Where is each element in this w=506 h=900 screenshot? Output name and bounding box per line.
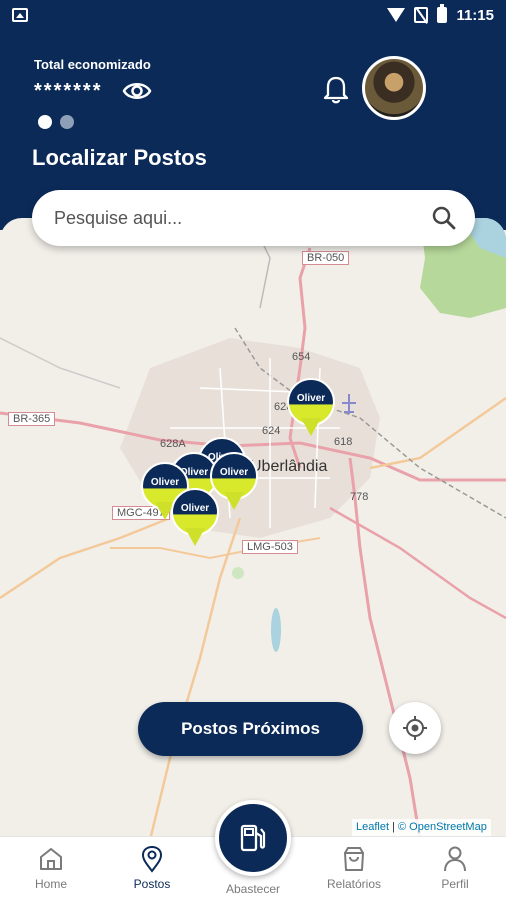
nav-postos-label: Postos	[133, 877, 171, 891]
shopping-bag-icon	[344, 847, 364, 871]
status-time: 11:15	[456, 6, 494, 24]
wifi-icon	[387, 8, 406, 22]
fuel-pump-icon	[240, 824, 266, 852]
nav-perfil-label: Perfil	[441, 877, 469, 891]
nav-home[interactable]: Home	[6, 845, 96, 891]
road-label: LMG-503	[242, 540, 298, 554]
road-label: BR-050	[302, 251, 350, 265]
user-icon	[444, 846, 466, 872]
abastecer-button[interactable]	[215, 800, 291, 876]
locate-button[interactable]	[389, 702, 441, 754]
bell-icon[interactable]	[322, 74, 350, 104]
carousel-dot-active[interactable]	[38, 115, 52, 129]
road-label: 624	[262, 425, 281, 437]
search-input[interactable]	[54, 207, 431, 229]
status-bar: 11:15	[0, 0, 506, 30]
road-label: BR-365	[8, 412, 56, 426]
total-saved-label: Total economizado	[34, 57, 151, 72]
nav-abastecer-label: Abastecer	[225, 882, 281, 896]
city-label: Uberlândia	[250, 458, 328, 475]
crosshair-icon	[403, 716, 427, 740]
pin-label: Oliver	[150, 476, 180, 488]
pin-label: Oliver	[180, 502, 210, 514]
nav-relatorios[interactable]: Relatórios	[309, 845, 399, 891]
station-pin[interactable]: Oliver	[287, 378, 335, 440]
home-icon	[40, 848, 62, 870]
osm-link[interactable]: © OpenStreetMap	[398, 821, 487, 833]
nav-home-label: Home	[34, 877, 67, 891]
nav-perfil[interactable]: Perfil	[410, 845, 500, 891]
nearby-stations-button[interactable]: Postos Próximos	[138, 702, 363, 756]
pin-label: Oliver	[219, 466, 249, 478]
station-pin[interactable]: Oliver	[171, 488, 219, 550]
road-label: 654	[292, 351, 311, 363]
total-saved-value: *******	[34, 80, 103, 102]
gallery-icon	[12, 8, 28, 22]
battery-icon	[437, 4, 448, 23]
road-label: 628A	[160, 438, 186, 450]
nav-postos[interactable]: Postos	[107, 845, 197, 891]
carousel-dots	[38, 115, 74, 129]
nav-relatorios-label: Relatórios	[326, 877, 382, 891]
search-bar[interactable]	[32, 190, 475, 246]
map-attribution: Leaflet | © OpenStreetMap	[352, 819, 491, 837]
road-label: 778	[350, 491, 369, 503]
carousel-dot[interactable]	[60, 115, 74, 129]
eye-icon[interactable]	[122, 79, 152, 103]
location-pin-icon	[141, 845, 163, 873]
search-icon[interactable]	[431, 205, 457, 231]
no-sim-icon	[414, 7, 429, 23]
page-title: Localizar Postos	[32, 145, 207, 170]
avatar[interactable]	[362, 56, 426, 120]
leaflet-link[interactable]: Leaflet	[356, 821, 389, 833]
pin-label: Oliver	[296, 392, 326, 404]
